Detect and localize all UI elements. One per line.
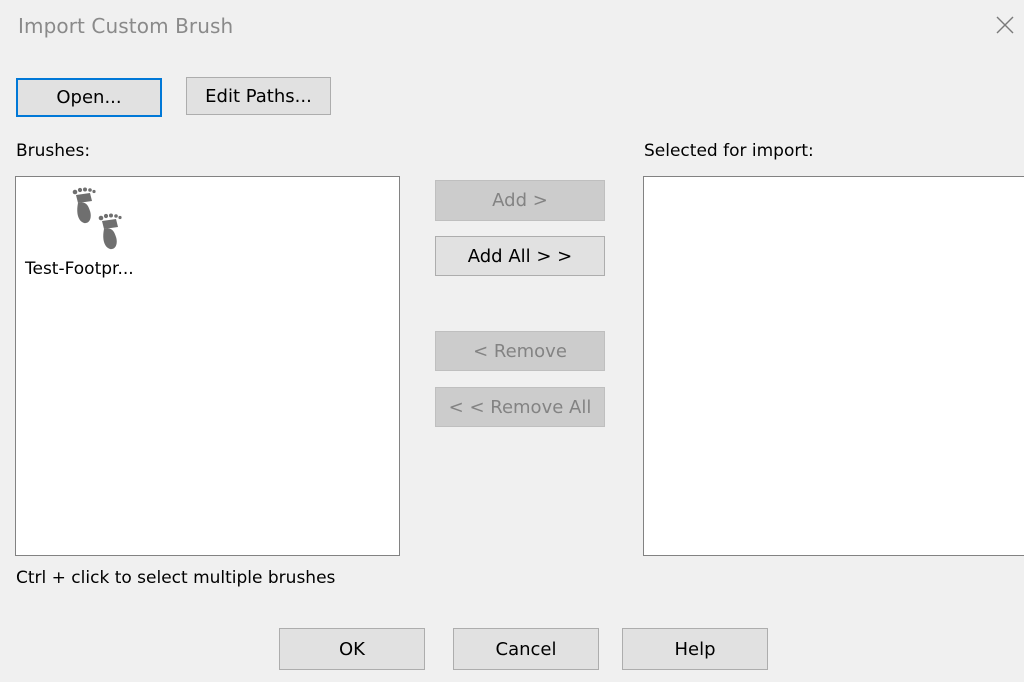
dialog-title: Import Custom Brush (18, 14, 234, 38)
help-button[interactable]: Help (622, 628, 768, 670)
add-all-button[interactable]: Add All > > (435, 236, 605, 276)
selected-for-import-list[interactable] (643, 176, 1024, 556)
remove-all-button[interactable]: < < Remove All (435, 387, 605, 427)
list-item[interactable]: Test-Footpr... (24, 181, 164, 281)
remove-button[interactable]: < Remove (435, 331, 605, 371)
open-button[interactable]: Open... (16, 78, 162, 117)
add-button[interactable]: Add > (435, 180, 605, 221)
footprints-icon (64, 183, 128, 253)
close-icon[interactable] (992, 12, 1018, 38)
cancel-button[interactable]: Cancel (453, 628, 599, 670)
import-custom-brush-dialog: Import Custom Brush Open... Edit Paths..… (0, 0, 1024, 682)
brushes-list[interactable]: Test-Footpr... (15, 176, 400, 556)
brush-item-label: Test-Footpr... (25, 259, 134, 279)
selected-for-import-label: Selected for import: (644, 141, 814, 161)
multi-select-hint: Ctrl + click to select multiple brushes (16, 568, 336, 588)
edit-paths-button[interactable]: Edit Paths... (186, 77, 331, 115)
ok-button[interactable]: OK (279, 628, 425, 670)
brushes-label: Brushes: (16, 141, 91, 161)
